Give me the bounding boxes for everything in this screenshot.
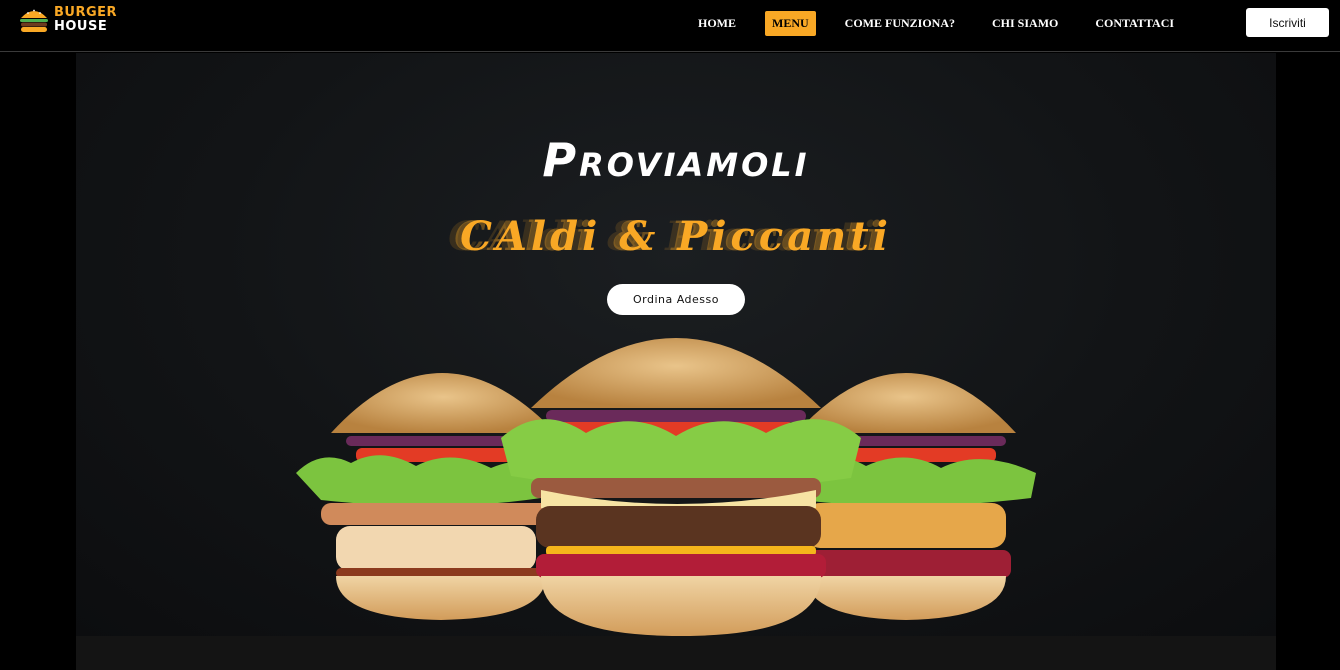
hero-title: Proviamoli — [542, 133, 810, 187]
order-now-button[interactable]: Ordina Adesso — [607, 284, 745, 315]
brand-logo[interactable]: BURGER HOUSE — [18, 4, 117, 36]
nav-link-menu[interactable]: Menu — [765, 11, 816, 36]
three-burgers-image — [296, 338, 1036, 636]
nav-menu: Home Menu Come funziona? Chi siamo Conta… — [690, 11, 1203, 36]
brand-line-2: HOUSE — [54, 19, 108, 34]
hero-bottom-strip — [76, 636, 1276, 670]
center-burger — [501, 338, 861, 636]
brand-name: BURGER HOUSE — [54, 6, 117, 34]
nav-link-home[interactable]: Home — [690, 11, 744, 36]
top-navbar: BURGER HOUSE Home Menu Come funziona? Ch… — [0, 0, 1340, 52]
hero-subtitle: CAldi & Piccanti — [460, 213, 892, 260]
nav-link-contattaci[interactable]: Contattaci — [1087, 11, 1182, 36]
burger-logo-icon — [20, 9, 48, 32]
nav-link-come-funziona[interactable]: Come funziona? — [837, 11, 963, 36]
brand-line-1: BURGER — [54, 5, 118, 20]
right-burger — [796, 373, 1036, 620]
nav-link-chi-siamo[interactable]: Chi siamo — [984, 11, 1066, 36]
hero-section: Proviamoli CAldi & Piccanti Ordina Adess… — [76, 53, 1276, 636]
left-burger — [296, 373, 556, 620]
signup-button[interactable]: Iscriviti — [1246, 8, 1329, 37]
